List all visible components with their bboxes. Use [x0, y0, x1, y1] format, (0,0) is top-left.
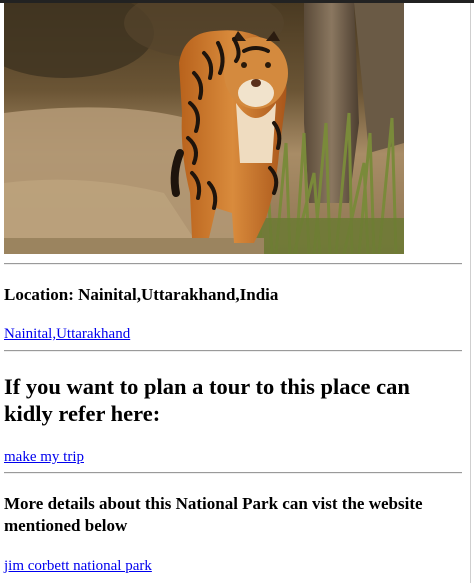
divider [4, 350, 462, 352]
tour-heading: If you want to plan a tour to this place… [4, 374, 410, 426]
make-my-trip-link[interactable]: make my trip [4, 448, 84, 466]
national-park-link[interactable]: jim corbett national park [4, 557, 152, 575]
location-heading: Location: Nainital,Uttarakhand,India [4, 285, 279, 304]
details-heading: More details about this National Park ca… [4, 494, 423, 535]
divider [4, 472, 462, 474]
divider [4, 263, 462, 265]
right-border [470, 3, 471, 583]
location-link[interactable]: Nainital,Uttarakhand [4, 325, 130, 343]
tiger-photo [4, 3, 404, 254]
